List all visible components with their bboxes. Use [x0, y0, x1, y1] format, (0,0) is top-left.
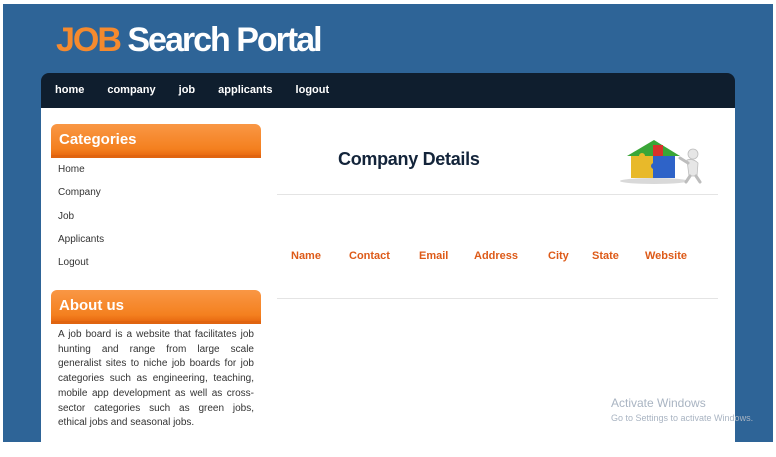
top-nav: home company job applicants logout — [41, 73, 735, 108]
sidebar-item-logout: Logout — [58, 256, 104, 279]
column-header-email: Email — [419, 250, 449, 262]
column-header-city: City — [548, 250, 569, 262]
sidebar-item-company: Company — [58, 186, 104, 209]
logo-accent-text: JOB — [56, 21, 122, 59]
column-header-name: Name — [291, 250, 321, 262]
nav-company[interactable]: company — [107, 73, 155, 108]
sidebar-link-applicants[interactable]: Applicants — [58, 234, 104, 245]
sidebar-link-home[interactable]: Home — [58, 164, 85, 175]
sidebar-link-job[interactable]: Job — [58, 211, 74, 222]
divider-bottom — [277, 298, 718, 299]
sidebar-link-company[interactable]: Company — [58, 187, 101, 198]
about-text: A job board is a website that facilitate… — [58, 329, 254, 429]
categories-menu: Home Company Job Applicants Logout — [58, 163, 104, 279]
sidebar-item-job: Job — [58, 210, 104, 233]
nav-logout[interactable]: logout — [296, 73, 330, 108]
column-header-website: Website — [645, 250, 687, 262]
content-panel: Categories Home Company Job Applicants L… — [41, 108, 735, 442]
sidebar-item-home: Home — [58, 163, 104, 186]
sidebar-link-logout[interactable]: Logout — [58, 257, 89, 268]
sidebar-item-applicants: Applicants — [58, 233, 104, 256]
nav-job[interactable]: job — [179, 73, 196, 108]
puzzle-house-icon — [620, 140, 702, 184]
column-header-state: State — [592, 250, 619, 262]
column-header-address: Address — [474, 250, 519, 262]
page-title: Company Details — [338, 149, 480, 169]
nav-home[interactable]: home — [55, 73, 84, 108]
logo-text: Search Portal — [119, 21, 322, 59]
about-heading: About us — [51, 290, 261, 324]
windows-activation-watermark: Activate Windows Go to Settings to activ… — [611, 396, 753, 423]
column-header-contact: Contact — [349, 250, 390, 262]
watermark-subtitle: Go to Settings to activate Windows. — [611, 413, 754, 423]
categories-heading: Categories — [51, 124, 261, 158]
site-logo[interactable]: JOB Search Portal — [56, 21, 323, 59]
nav-applicants[interactable]: applicants — [218, 73, 272, 108]
watermark-title: Activate Windows — [611, 396, 706, 410]
divider-top — [277, 194, 718, 195]
